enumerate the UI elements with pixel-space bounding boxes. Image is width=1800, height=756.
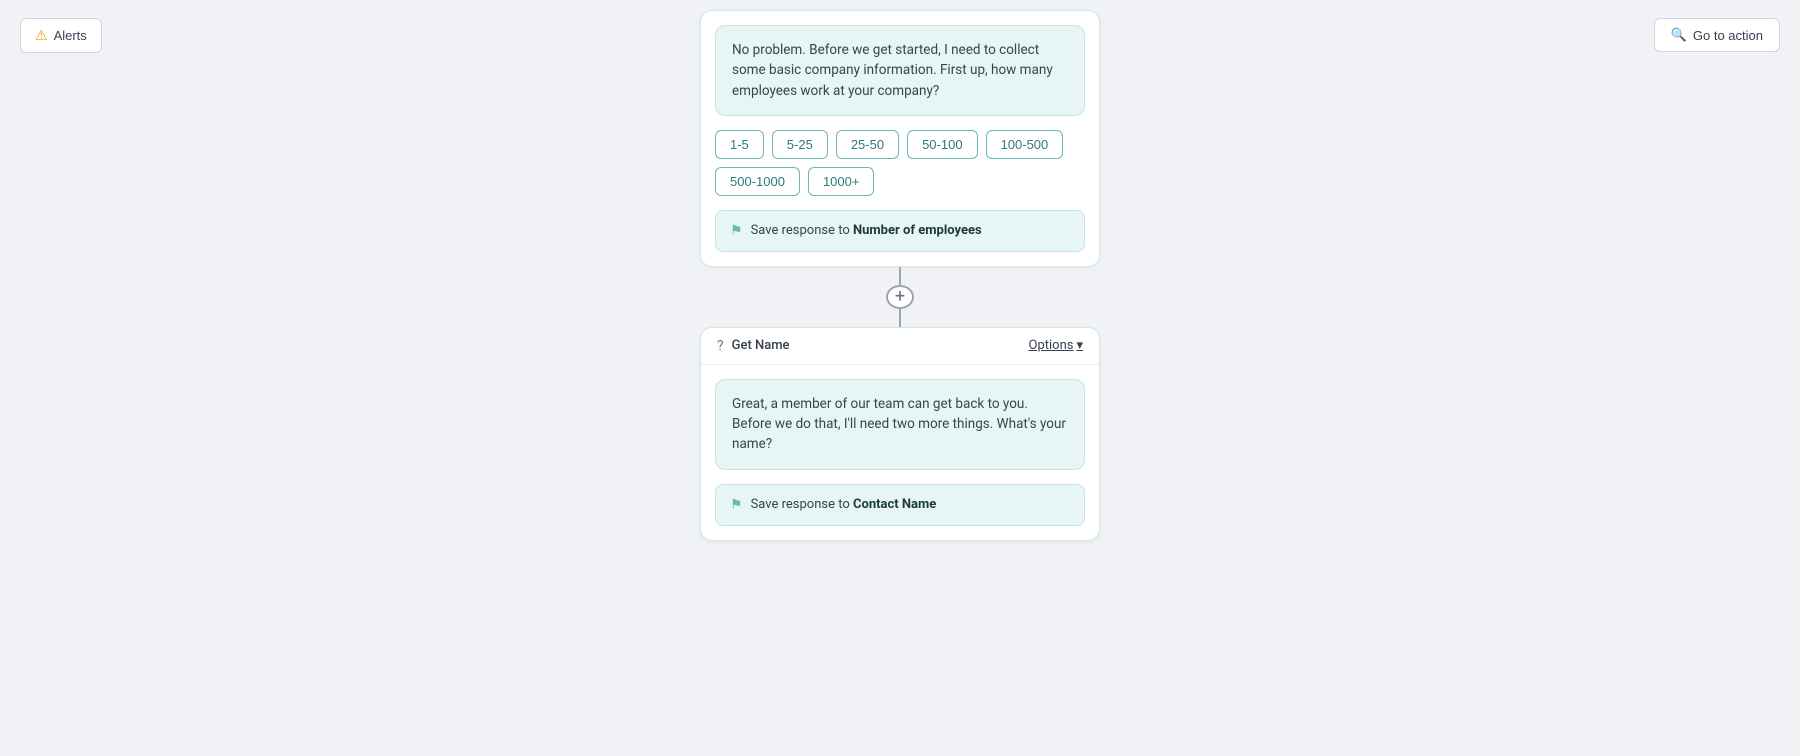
- connector-line-top: [899, 267, 901, 285]
- quick-reply-1-5[interactable]: 1-5: [715, 130, 764, 159]
- employees-save-response: ⚑ Save response to Number of employees: [715, 210, 1085, 252]
- get-name-message-bubble: Great, a member of our team can get back…: [715, 379, 1085, 470]
- card-get-name-header: ? Get Name Options ▾: [701, 328, 1099, 365]
- quick-reply-100-500[interactable]: 100-500: [986, 130, 1064, 159]
- quick-reply-1000-plus[interactable]: 1000+: [808, 167, 875, 196]
- add-step-button[interactable]: +: [886, 285, 914, 309]
- flow-connector: +: [886, 267, 914, 327]
- employees-quick-replies: 1-5 5-25 25-50 50-100 100-500 500-1000 1…: [715, 130, 1085, 196]
- quick-reply-5-25[interactable]: 5-25: [772, 130, 828, 159]
- quick-reply-50-100[interactable]: 50-100: [907, 130, 977, 159]
- card-get-name-body: Great, a member of our team can get back…: [701, 365, 1099, 540]
- question-icon: ?: [717, 338, 724, 354]
- chevron-down-icon: ▾: [1076, 338, 1083, 353]
- name-save-response: ⚑ Save response to Contact Name: [715, 484, 1085, 526]
- quick-reply-25-50[interactable]: 25-50: [836, 130, 899, 159]
- connector-line-bottom: [899, 309, 901, 327]
- flow-wrapper: No problem. Before we get started, I nee…: [700, 10, 1100, 541]
- employees-message-bubble: No problem. Before we get started, I nee…: [715, 25, 1085, 116]
- card-employees-body: No problem. Before we get started, I nee…: [701, 11, 1099, 266]
- flag-icon-employees: ⚑: [730, 223, 743, 239]
- canvas: No problem. Before we get started, I nee…: [0, 0, 1800, 756]
- card-get-name-title: Get Name: [732, 338, 790, 353]
- employees-save-response-text: Save response to Number of employees: [751, 223, 982, 238]
- card-options-button[interactable]: Options ▾: [1029, 338, 1084, 353]
- name-save-response-text: Save response to Contact Name: [751, 497, 937, 512]
- options-label: Options: [1029, 338, 1074, 353]
- card-get-name: ? Get Name Options ▾ Great, a member of …: [700, 327, 1100, 541]
- card-employees: No problem. Before we get started, I nee…: [700, 10, 1100, 267]
- flag-icon-name: ⚑: [730, 497, 743, 513]
- quick-reply-500-1000[interactable]: 500-1000: [715, 167, 800, 196]
- card-get-name-header-left: ? Get Name: [717, 338, 790, 354]
